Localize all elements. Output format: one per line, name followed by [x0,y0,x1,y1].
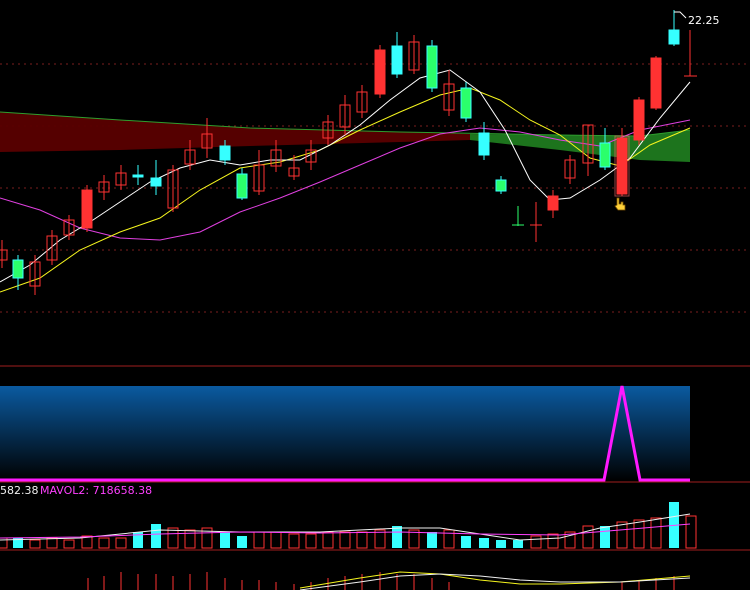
volume-bar [29,539,41,549]
volume-bar [547,533,559,549]
indicator-panel[interactable] [0,386,690,481]
hand-cursor-icon [614,197,626,211]
volume-bar [530,535,542,549]
volume-bar [46,537,58,549]
volume-bar [650,517,662,549]
volume-bar [220,532,230,548]
candle [650,56,662,110]
candle [495,176,507,194]
candle [374,45,386,98]
volume-bar [339,531,351,549]
volume-bar [356,531,368,549]
volume-bar [513,540,523,548]
dif-line [299,571,691,589]
volume-bar [479,538,489,548]
volume-bar [151,524,161,548]
candle [512,206,524,226]
mavol1-label: 582.38 [0,484,39,497]
candle [0,240,8,268]
candle [81,185,93,232]
candle [684,30,697,77]
candle [339,95,351,135]
high-price-label: 22.25 [688,14,720,27]
candle [132,165,144,185]
candle [530,202,542,242]
volume-bar [98,537,110,549]
candle [150,160,162,195]
candle [443,70,455,116]
volume-bar [496,540,506,548]
candle [616,128,628,196]
candle [633,97,645,145]
volume-bars [0,502,697,549]
volume-bar [685,515,697,549]
volume-bar [582,525,594,549]
mavol2-label: MAVOL2: 718658.38 [40,484,152,497]
candle [391,32,403,78]
volume-bar [288,533,300,549]
candle [356,85,368,118]
volume-bar [237,536,247,548]
volume-bar [600,526,610,548]
candle [408,35,420,74]
candle [29,255,41,295]
candle [305,140,317,170]
volume-bar [305,533,317,549]
candle [98,175,110,200]
volume-bar [633,519,645,549]
candle [253,150,265,195]
candle [668,10,680,46]
volume-bar [270,531,282,549]
candle [564,155,576,184]
volume-bar [427,532,437,548]
candle [426,40,438,92]
candle [460,82,472,122]
candle [599,128,611,170]
candle [115,165,127,190]
volume-bar [461,536,471,548]
stock-chart[interactable]: 22.25 582.38 MAVOL2: 718658.38 [0,0,750,590]
volume-bar [392,526,402,548]
volume-bar [63,539,75,549]
candle [236,168,248,200]
volume-bar [167,527,179,549]
candle [46,230,58,265]
volume-bar [253,531,265,549]
volume-bar [322,531,334,549]
volume-bar [616,521,628,549]
candle [547,190,559,218]
volume-bar [115,537,127,549]
high-marker [674,11,687,19]
